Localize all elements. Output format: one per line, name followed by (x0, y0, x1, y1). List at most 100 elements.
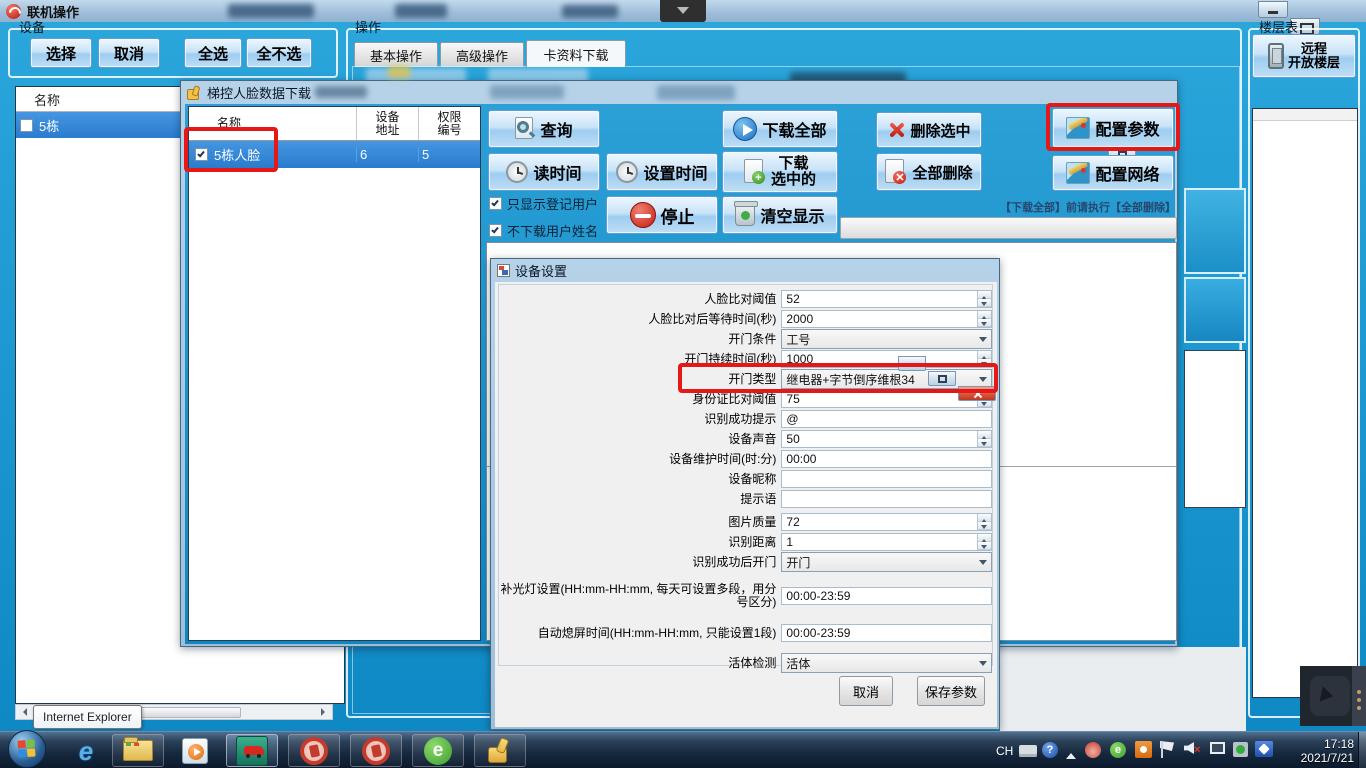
wireless-icon[interactable] (1085, 742, 1101, 758)
taskbar-red-app-icon-2[interactable] (350, 734, 402, 767)
config-network-button[interactable]: 配置网络 (1052, 155, 1174, 191)
field-spinner[interactable]: 50 (781, 430, 992, 448)
row-checkbox[interactable] (195, 148, 208, 161)
spinner-arrows-icon[interactable] (977, 311, 991, 327)
start-button[interactable] (8, 730, 46, 768)
download-selected-button[interactable]: + 下载选中的 (722, 151, 838, 193)
tray-expand-arrow-icon[interactable] (1066, 748, 1076, 759)
field-combo[interactable]: 活体 (781, 653, 992, 673)
recorder-icon[interactable] (1310, 676, 1350, 716)
tab-card-data-download[interactable]: 卡资料下载 (526, 40, 626, 67)
select-button[interactable]: 选择 (30, 38, 92, 68)
snipping-icon[interactable] (1255, 741, 1273, 757)
doc-plus-icon: + (744, 159, 766, 185)
taskbar-parking-app-icon[interactable] (226, 734, 278, 767)
field-input[interactable]: 00:00-23:59 (781, 624, 992, 642)
field-spinner[interactable]: 1000 (781, 350, 992, 368)
set-time-button[interactable]: 设置时间 (606, 153, 718, 191)
select-all-button[interactable]: 全选 (184, 38, 242, 68)
field-input[interactable] (781, 470, 992, 488)
stop-icon (630, 202, 656, 228)
taskbar-media-player-icon[interactable] (170, 736, 220, 766)
spinner-arrows-icon[interactable] (977, 431, 991, 447)
settings-minimize-button[interactable] (898, 356, 926, 371)
thumbs-up-icon (187, 86, 202, 100)
download-all-button[interactable]: 下载全部 (722, 110, 838, 148)
face-data-row[interactable]: 5栋人脸 6 5 (189, 141, 480, 168)
field-spinner[interactable]: 52 (781, 290, 992, 308)
field-spinner[interactable]: 2000 (781, 310, 992, 328)
col-header-device-address: 设备地址 (356, 107, 418, 140)
settings-cancel-button[interactable]: 取消 (839, 676, 893, 706)
chevron-down-icon[interactable] (660, 0, 706, 22)
field-combo[interactable]: 开门 (781, 552, 992, 572)
spinner-arrows-icon[interactable] (977, 514, 991, 530)
remote-open-floor-button[interactable]: 远程开放楼层 (1252, 34, 1356, 78)
show-registered-checkbox[interactable]: 只显示登记用户 (489, 194, 598, 213)
taskbar-explorer-icon[interactable] (112, 734, 164, 767)
scroll-left-arrow[interactable] (19, 708, 27, 716)
taskbar-thumbs-app-icon[interactable] (474, 734, 526, 767)
cancel-select-button[interactable]: 取消 (98, 38, 160, 68)
field-spinner[interactable]: 72 (781, 513, 992, 531)
taskbar-red-app-icon-1[interactable] (288, 734, 340, 767)
face-data-table[interactable]: 名称 设备地址 权限编号 5栋人脸 6 5 (188, 106, 481, 641)
field-input[interactable] (781, 490, 992, 508)
delete-selected-button[interactable]: 删除选中 (876, 112, 982, 148)
green-e-icon[interactable]: e (1110, 742, 1126, 758)
clear-display-button[interactable]: 清空显示 (722, 196, 838, 234)
keyboard-icon[interactable] (1019, 745, 1037, 757)
stop-button[interactable]: 停止 (606, 196, 718, 234)
taskbar-clock[interactable]: 17:18 2021/7/21 (1282, 735, 1354, 766)
settings-save-button[interactable]: 保存参数 (917, 676, 985, 706)
tab-basic-operation[interactable]: 基本操作 (354, 42, 438, 67)
read-time-button[interactable]: 读时间 (488, 153, 600, 191)
usb-icon[interactable] (1233, 742, 1248, 757)
flag-pole-icon (1161, 741, 1163, 758)
settings-maximize-button[interactable] (928, 371, 956, 386)
settings-close-button[interactable] (958, 386, 996, 401)
device-row-checkbox[interactable] (20, 119, 33, 132)
field-input[interactable]: @ (781, 410, 992, 428)
field-spinner[interactable]: 1 (781, 533, 992, 551)
field-input[interactable]: 00:00 (781, 450, 992, 468)
no-user-names-checkbox[interactable]: 不下载用户姓名 (489, 221, 598, 240)
network-icon[interactable] (1210, 742, 1225, 754)
chevron-down-icon[interactable] (979, 560, 987, 569)
tray-language[interactable]: CH (996, 732, 1013, 768)
settings-dialog-title: 设备设置 (515, 261, 567, 280)
show-desktop-button[interactable] (1358, 732, 1366, 768)
chevron-down-icon[interactable] (979, 337, 987, 346)
spinner-arrows-icon[interactable] (977, 291, 991, 307)
field-combo[interactable]: 工号 (781, 329, 992, 349)
spinner-arrows-icon[interactable] (977, 351, 991, 367)
chevron-down-icon[interactable] (979, 661, 987, 670)
download-note: 【下载全部】前请执行【全部删除】 (1000, 199, 1180, 215)
scroll-right-arrow[interactable] (321, 708, 329, 716)
settings-field-row-3: 开门条件工号 (499, 329, 992, 349)
volume-muted-icon[interactable] (1184, 742, 1194, 754)
recorder-widget[interactable] (1300, 666, 1366, 726)
minimize-button[interactable] (1258, 1, 1288, 18)
taskbar-ie-icon[interactable]: e (64, 736, 108, 766)
orange-app-icon[interactable] (1135, 741, 1152, 758)
chevron-down-icon[interactable] (979, 377, 987, 386)
clock-icon (616, 161, 638, 183)
tab-advanced-operation[interactable]: 高级操作 (440, 42, 524, 67)
config-params-button[interactable]: 配置参数 (1052, 108, 1174, 148)
settings-field-row-13: 识别距离1 (499, 532, 992, 552)
field-label: 识别成功提示 (499, 413, 781, 426)
field-input[interactable]: 00:00-23:59 (781, 587, 992, 605)
taskbar-browser-360-icon[interactable]: e (412, 734, 464, 767)
query-button[interactable]: 查询 (488, 110, 600, 148)
widget-handle[interactable] (1352, 666, 1366, 726)
tooltip: Internet Explorer (33, 705, 142, 729)
help-icon[interactable]: ? (1042, 742, 1058, 758)
delete-all-button[interactable]: ✕ 全部删除 (876, 153, 982, 191)
search-icon (515, 117, 535, 141)
spinner-arrows-icon[interactable] (977, 534, 991, 550)
settings-field-row-10: 设备昵称 (499, 469, 992, 489)
floor-list[interactable] (1252, 108, 1358, 698)
redacted-text (657, 85, 735, 100)
select-none-button[interactable]: 全不选 (246, 38, 312, 68)
